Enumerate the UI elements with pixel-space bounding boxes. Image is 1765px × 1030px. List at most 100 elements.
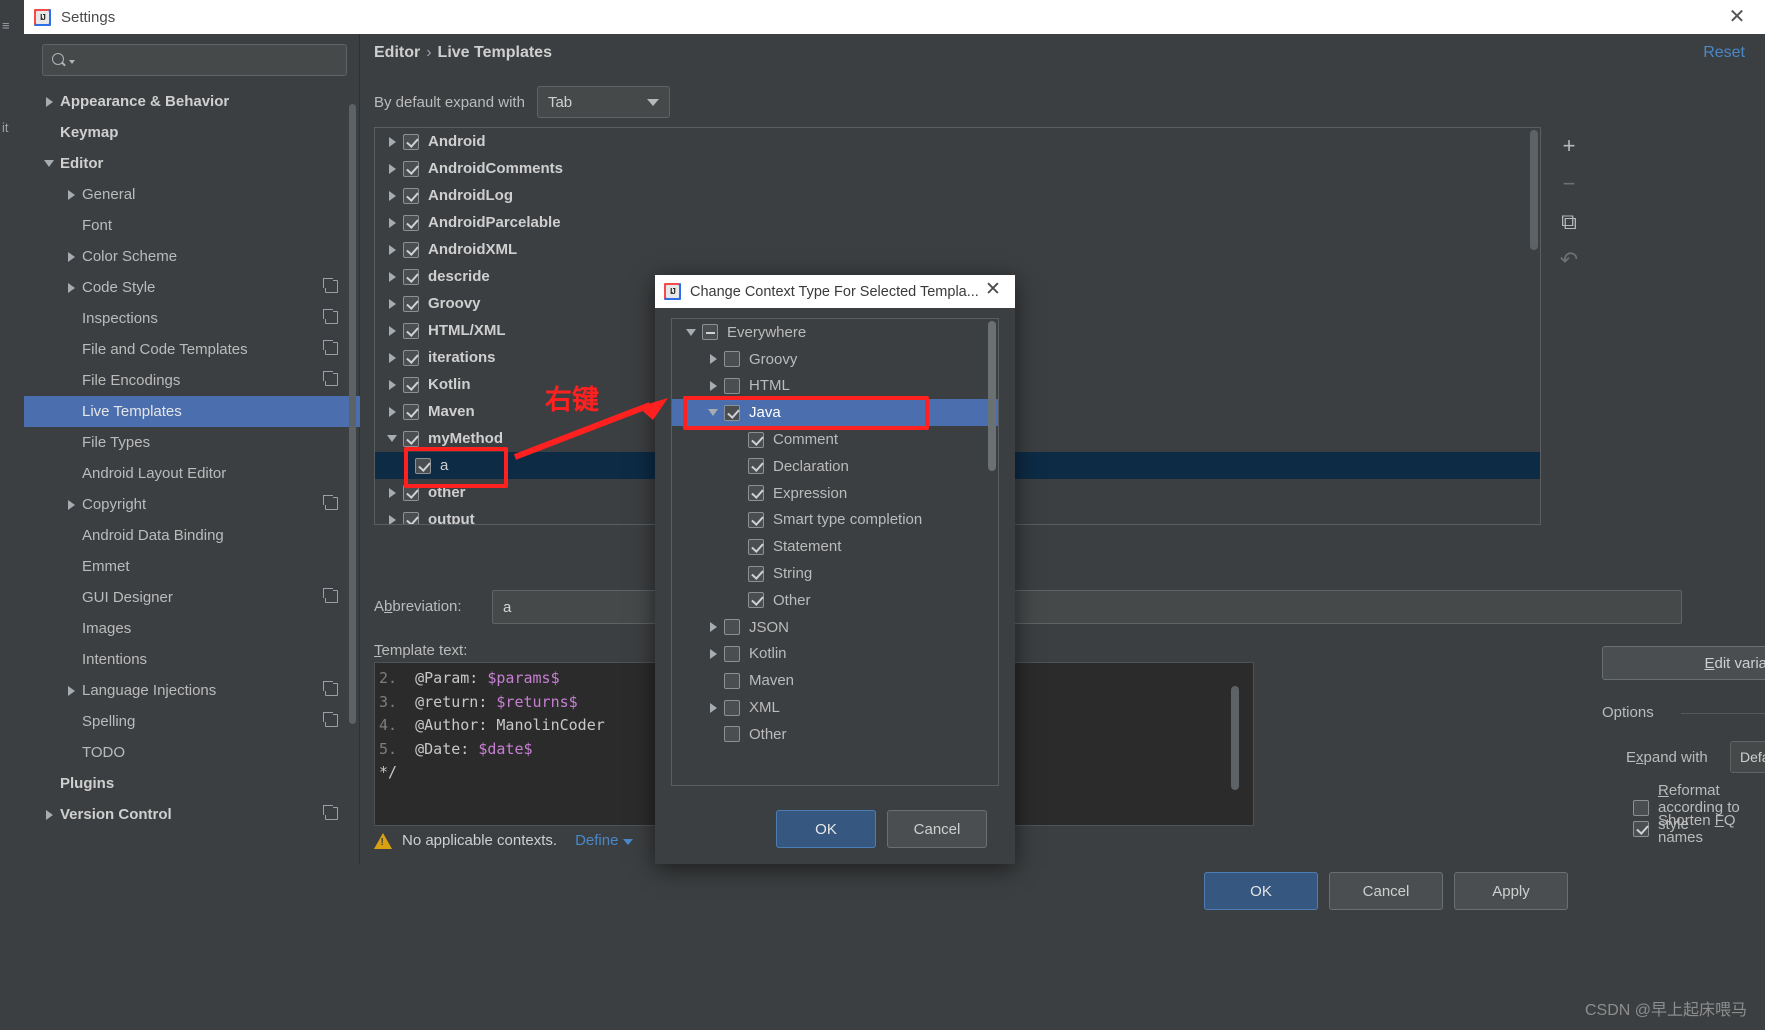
sidebar-item-code-style[interactable]: Code Style [24,272,360,303]
revert-changes-button[interactable]: ↶ [1549,241,1589,279]
chevron-right-icon[interactable] [381,379,403,390]
chevron-down-icon[interactable] [381,435,403,442]
options-expand-with-select[interactable]: Default (Tab) [1730,741,1765,773]
context-checkbox[interactable] [748,485,764,502]
context-checkbox[interactable] [748,538,764,555]
sidebar-item-intentions[interactable]: Intentions [24,644,360,675]
template-checkbox[interactable] [403,187,419,204]
duplicate-template-button[interactable]: ⧉ [1549,203,1589,241]
sidebar-item-android-layout-editor[interactable]: Android Layout Editor [24,458,360,489]
template-checkbox[interactable] [403,511,419,524]
sidebar-item-language-injections[interactable]: Language Injections [24,675,360,706]
chevron-right-icon[interactable] [702,354,724,365]
sidebar-item-file-and-code-templates[interactable]: File and Code Templates [24,334,360,365]
chevron-right-icon[interactable] [38,96,60,107]
context-row[interactable]: Kotlin [672,641,998,668]
template-checkbox[interactable] [403,241,419,258]
sidebar-item-color-scheme[interactable]: Color Scheme [24,241,360,272]
chevron-right-icon[interactable] [60,282,82,293]
template-row[interactable]: AndroidComments [375,155,1540,182]
edit-variables-button[interactable]: Edit variables [1602,646,1765,680]
context-row[interactable]: String [672,560,998,587]
sidebar-item-spelling[interactable]: Spelling [24,706,360,737]
sidebar-item-file-types[interactable]: File Types [24,427,360,458]
chevron-right-icon[interactable] [702,702,724,713]
sidebar-item-keymap[interactable]: Keymap [24,117,360,148]
chevron-right-icon[interactable] [381,136,403,147]
sidebar-item-copyright[interactable]: Copyright [24,489,360,520]
shorten-fq-checkbox[interactable] [1633,821,1649,837]
sidebar-item-android-data-binding[interactable]: Android Data Binding [24,520,360,551]
chevron-right-icon[interactable] [381,244,403,255]
chevron-right-icon[interactable] [702,622,724,633]
expand-with-select[interactable]: Tab [536,86,670,118]
sidebar-item-appearance-behavior[interactable]: Appearance & Behavior [24,86,360,117]
sidebar-item-plugins[interactable]: Plugins [24,768,360,799]
dialog-ok-button[interactable]: OK [776,810,876,848]
template-text-scrollbar[interactable] [1231,686,1239,790]
template-checkbox[interactable] [403,268,419,285]
chevron-right-icon[interactable] [60,189,82,200]
context-checkbox[interactable] [702,324,718,341]
context-row[interactable]: Everywhere [672,319,998,346]
template-row[interactable]: AndroidParcelable [375,209,1540,236]
template-checkbox[interactable] [403,214,419,231]
template-checkbox[interactable] [403,133,419,150]
define-link[interactable]: Define [575,832,634,849]
template-checkbox[interactable] [403,403,419,420]
context-tree-scrollbar[interactable] [988,321,996,471]
close-icon[interactable]: ✕ [1727,7,1747,28]
context-row[interactable]: Smart type completion [672,507,998,534]
template-list-scrollbar[interactable] [1530,130,1538,250]
template-checkbox[interactable] [403,295,419,312]
chevron-right-icon[interactable] [381,514,403,524]
sidebar-item-font[interactable]: Font [24,210,360,241]
chevron-right-icon[interactable] [60,251,82,262]
sidebar-item-todo[interactable]: TODO [24,737,360,768]
context-checkbox[interactable] [724,726,740,743]
chevron-right-icon[interactable] [38,809,60,820]
context-checkbox[interactable] [724,351,740,368]
template-checkbox[interactable] [403,160,419,177]
chevron-right-icon[interactable] [381,487,403,498]
dialog-cancel-button[interactable]: Cancel [887,810,987,848]
context-row[interactable]: Groovy [672,346,998,373]
context-row[interactable]: Maven [672,667,998,694]
context-checkbox[interactable] [724,699,740,716]
chevron-down-icon[interactable] [38,160,60,167]
apply-button[interactable]: Apply [1454,872,1568,910]
context-row[interactable]: JSON [672,614,998,641]
search-box[interactable] [42,44,347,76]
context-checkbox[interactable] [724,645,740,662]
template-row[interactable]: AndroidXML [375,236,1540,263]
sidebar-item-general[interactable]: General [24,179,360,210]
shorten-fq-option-row[interactable]: Shorten FQ names [1633,812,1765,846]
chevron-down-icon[interactable] [680,328,702,336]
ok-button[interactable]: OK [1204,872,1318,910]
chevron-right-icon[interactable] [60,685,82,696]
template-checkbox[interactable] [403,322,419,339]
context-row[interactable]: Statement [672,533,998,560]
add-template-button[interactable]: + [1549,127,1589,165]
context-checkbox[interactable] [748,592,764,609]
context-checkbox[interactable] [748,458,764,475]
template-row[interactable]: AndroidLog [375,182,1540,209]
sidebar-item-inspections[interactable]: Inspections [24,303,360,334]
chevron-right-icon[interactable] [60,499,82,510]
sidebar-item-images[interactable]: Images [24,613,360,644]
chevron-right-icon[interactable] [381,352,403,363]
context-row[interactable]: Other [672,587,998,614]
sidebar-item-file-encodings[interactable]: File Encodings [24,365,360,396]
context-checkbox[interactable] [724,377,740,394]
sidebar-item-editor[interactable]: Editor [24,148,360,179]
chevron-right-icon[interactable] [381,163,403,174]
close-icon[interactable]: ✕ [983,280,1003,301]
sidebar-item-gui-designer[interactable]: GUI Designer [24,582,360,613]
template-checkbox[interactable] [403,376,419,393]
chevron-right-icon[interactable] [381,325,403,336]
chevron-right-icon[interactable] [381,406,403,417]
chevron-right-icon[interactable] [381,190,403,201]
context-checkbox[interactable] [724,672,740,689]
chevron-right-icon[interactable] [702,648,724,659]
sidebar-item-emmet[interactable]: Emmet [24,551,360,582]
